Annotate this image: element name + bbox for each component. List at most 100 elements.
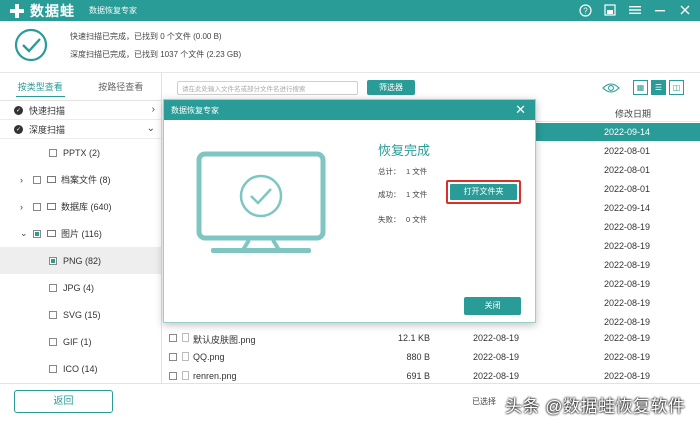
tree-item-gif[interactable]: GIF (1) [0,328,161,355]
tree-item-pptx[interactable]: PPTX (2) [0,139,161,166]
tree-item-label: ICO (14) [63,363,98,374]
modified-date-cell: 2022-08-19 [604,260,651,270]
open-folder-highlight: 打开文件夹 [446,180,521,204]
column-modified-date[interactable]: 修改日期 [615,107,651,120]
modified-date-cell: 2022-09-14 [604,203,651,213]
tree-item-label: JPG (4) [63,282,95,293]
deep-scan-status: 深度扫描已完成，已找到 1037 个文件 (2.23 GB) [70,50,242,59]
deep-scan-label: 深度扫描 [29,124,66,135]
close-icon[interactable] [678,3,692,17]
tree-item-label: SVG (15) [63,309,101,320]
deep-scan-row[interactable]: ✓ 深度扫描 ⌄ [0,120,161,139]
help-icon[interactable]: ? [578,3,592,17]
table-row[interactable]: QQ.png 880 B 2022-08-19 2022-08-19 [163,348,700,367]
title-bar: 数据蛙 数据恢复专家 ? [0,0,700,21]
expand-arrow-icon[interactable]: › [20,175,23,185]
list-view-icon[interactable]: ☰ [651,80,666,95]
bottom-bar: 返回 已选择 头条 @数据蛙恢复软件 [0,383,700,425]
tree-item-png[interactable]: PNG (82) [0,247,161,274]
checkbox-partial[interactable] [33,229,41,238]
tree-item-label: 数据库 (640) [61,202,112,212]
file-size: 880 B [406,352,430,362]
tree-item-archives[interactable]: › 档案文件 (8) [0,166,161,193]
dialog-close-button[interactable]: 关闭 [464,297,521,315]
file-size: 691 B [406,371,430,381]
chevron-right-icon[interactable]: › [152,104,155,115]
tree-item-images[interactable]: ⌄ 图片 (116) [0,220,161,247]
file-name: renren.png [193,371,237,381]
monitor-check-illustration [196,151,326,253]
dialog-close-icon[interactable]: ✕ [515,102,526,118]
row-checkbox[interactable] [169,353,177,361]
modified-date-cell: 2022-08-01 [604,165,651,175]
quick-scan-label: 快速扫描 [29,105,66,116]
success-value: 1 文件 [406,190,428,199]
modified-date-cell: 2022-08-19 [604,298,651,308]
total-value: 1 文件 [406,167,428,176]
recovery-complete-dialog: 数据恢复专家 ✕ 恢复完成 总计： 1 文件 成功： 1 文件 失败： 0 文件… [163,99,536,323]
modified-date-cell: 2022-08-19 [604,222,651,232]
file-modified-date: 2022-08-19 [604,371,651,381]
file-icon [182,333,189,342]
tree-item-label: GIF (1) [63,336,92,347]
preview-eye-icon[interactable] [602,82,620,94]
tree-item-label: 档案文件 (8) [61,175,111,185]
scan-status-panel: 快速扫描已完成，已找到 0 个文件 (0.00 B) 深度扫描已完成，已找到 1… [0,21,700,73]
checkbox[interactable] [49,148,57,157]
minimize-icon[interactable] [653,3,667,17]
checkbox[interactable] [49,310,57,319]
file-date: 2022-08-19 [473,352,520,362]
success-label: 成功： [378,190,401,199]
tree-item-label: 图片 (116) [61,229,102,239]
image-icon [47,230,56,237]
tree-item-ico[interactable]: ICO (14) [0,355,161,382]
scan-complete-check-icon [14,28,48,62]
checkbox[interactable] [49,337,57,346]
checkbox[interactable] [33,202,41,211]
check-dot-icon: ✓ [14,124,23,134]
search-placeholder: 请在此处输入文件名或部分文件名进行搜索 [182,86,306,93]
menu-icon[interactable] [628,3,642,17]
total-line: 总计： 1 文件 [378,166,427,177]
quick-scan-row[interactable]: ✓ 快速扫描 › [0,101,161,120]
filter-button[interactable]: 筛选器 [367,80,415,95]
save-icon[interactable] [603,3,617,17]
file-modified-date: 2022-08-19 [604,333,651,343]
open-folder-button[interactable]: 打开文件夹 [450,184,517,200]
collapse-arrow-icon[interactable]: ⌄ [20,228,28,239]
app-logo-text: 数据蛙 [30,2,75,19]
row-checkbox[interactable] [169,334,177,342]
file-icon [182,352,189,361]
tree-item-svg[interactable]: SVG (15) [0,301,161,328]
tree-item-jpg[interactable]: JPG (4) [0,274,161,301]
success-line: 成功： 1 文件 [378,189,427,200]
tree-item-label: PPTX (2) [63,147,101,158]
dialog-title: 数据恢复专家 [171,105,219,115]
checkbox[interactable] [49,283,57,292]
tree-item-database[interactable]: › 数据库 (640) [0,193,161,220]
archive-icon [47,176,56,183]
chevron-down-icon[interactable]: ⌄ [147,123,155,134]
app-logo: 数据蛙 [10,1,75,21]
dialog-title-bar: 数据恢复专家 ✕ [164,100,535,120]
table-row[interactable]: 默认皮肤图.png 12.1 KB 2022-08-19 2022-08-19 [163,329,700,348]
detail-view-icon[interactable]: ◫ [669,80,684,95]
tab-by-type[interactable]: 按类型查看 [0,73,81,100]
tab-by-path[interactable]: 按路径查看 [81,73,162,100]
grid-view-icon[interactable]: ▦ [633,80,648,95]
file-modified-date: 2022-08-19 [604,352,651,362]
modified-date-cell: 2022-08-19 [604,241,651,251]
modified-date-cell: 2022-08-01 [604,184,651,194]
dialog-heading: 恢复完成 [378,143,431,158]
plus-logo-icon [10,3,24,18]
checkbox[interactable] [49,364,57,373]
app-subtitle: 数据恢复专家 [89,6,137,15]
fail-label: 失败： [378,215,401,224]
search-input[interactable]: 请在此处输入文件名或部分文件名进行搜索 [177,81,358,95]
checkbox-partial[interactable] [49,256,57,265]
checkbox[interactable] [33,175,41,184]
watermark-text: 头条 @数据蛙恢复软件 [505,397,686,416]
expand-arrow-icon[interactable]: › [20,202,23,212]
row-checkbox[interactable] [169,372,177,380]
back-button[interactable]: 返回 [14,390,113,413]
